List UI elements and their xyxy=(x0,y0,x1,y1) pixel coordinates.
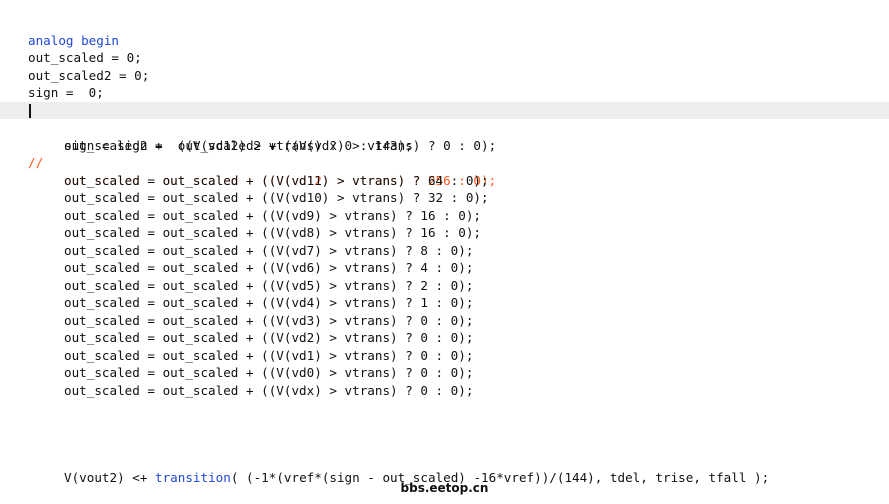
code-line-current[interactable]: sign = sign + ((V(vd12) > vtrans) ? 0 : … xyxy=(0,101,889,153)
code-line[interactable]: out_scaled = out_scaled + ((V(vd11) > vt… xyxy=(0,154,889,188)
code-editor[interactable]: analog begin out_scaled = 0; out_scaled2… xyxy=(0,0,889,501)
code-text: sign = 0; xyxy=(28,85,104,100)
code-line[interactable]: out_scaled = out_scaled + ((V(vd3) > vtr… xyxy=(0,294,889,328)
code-line[interactable]: out_scaled = out_scaled + ((V(vdx) > vtr… xyxy=(0,364,889,398)
code-line[interactable]: out_scaled = out_scaled + ((V(vd8) > vtr… xyxy=(0,207,889,240)
text-cursor xyxy=(29,103,31,118)
code-line[interactable]: out_scaled = out_scaled + ((V(vd6) > vtr… xyxy=(0,242,889,275)
code-line-init-sign[interactable]: sign = 0; xyxy=(0,67,889,100)
code-line[interactable]: out_scaled = out_scaled + ((V(vd0) > vtr… xyxy=(0,347,889,380)
code-line[interactable]: out_scaled = out_scaled + ((V(vd10) > vt… xyxy=(0,172,889,205)
code-line-transition[interactable]: V(vout2) <+ transition( (-1*(vref*(sign … xyxy=(0,451,889,485)
code-line[interactable]: out_scaled = out_scaled + ((V(vd1) > vtr… xyxy=(0,329,889,363)
code-line-init-out-scaled[interactable]: out_scaled = 0; xyxy=(0,32,889,65)
code-line-commented[interactable]: // out_scaled = out_scaled + ((V(vd12) >… xyxy=(0,137,889,188)
code-line[interactable]: out_scaled2 = out_scaled2 + ((V(vdx) > v… xyxy=(0,119,889,153)
code-line[interactable]: out_scaled = out_scaled + ((V(vd9) > vtr… xyxy=(0,189,889,223)
code-line[interactable]: out_scaled = out_scaled + ((V(vd7) > vtr… xyxy=(0,224,889,258)
code-line[interactable]: out_scaled = out_scaled + ((V(vd5) > vtr… xyxy=(0,259,889,293)
code-text: out_scaled = out_scaled + ((V(vdx) > vtr… xyxy=(64,382,474,398)
code-line-init-out-scaled2[interactable]: out_scaled2 = 0; xyxy=(0,49,889,83)
code-line[interactable]: out_scaled = out_scaled + ((V(vd4) > vtr… xyxy=(0,277,889,310)
watermark: bbs.eetop.cn xyxy=(400,481,489,495)
code-line-analog-begin[interactable]: analog begin xyxy=(0,14,889,48)
code-line[interactable]: out_scaled = out_scaled + ((V(vd2) > vtr… xyxy=(0,312,889,345)
